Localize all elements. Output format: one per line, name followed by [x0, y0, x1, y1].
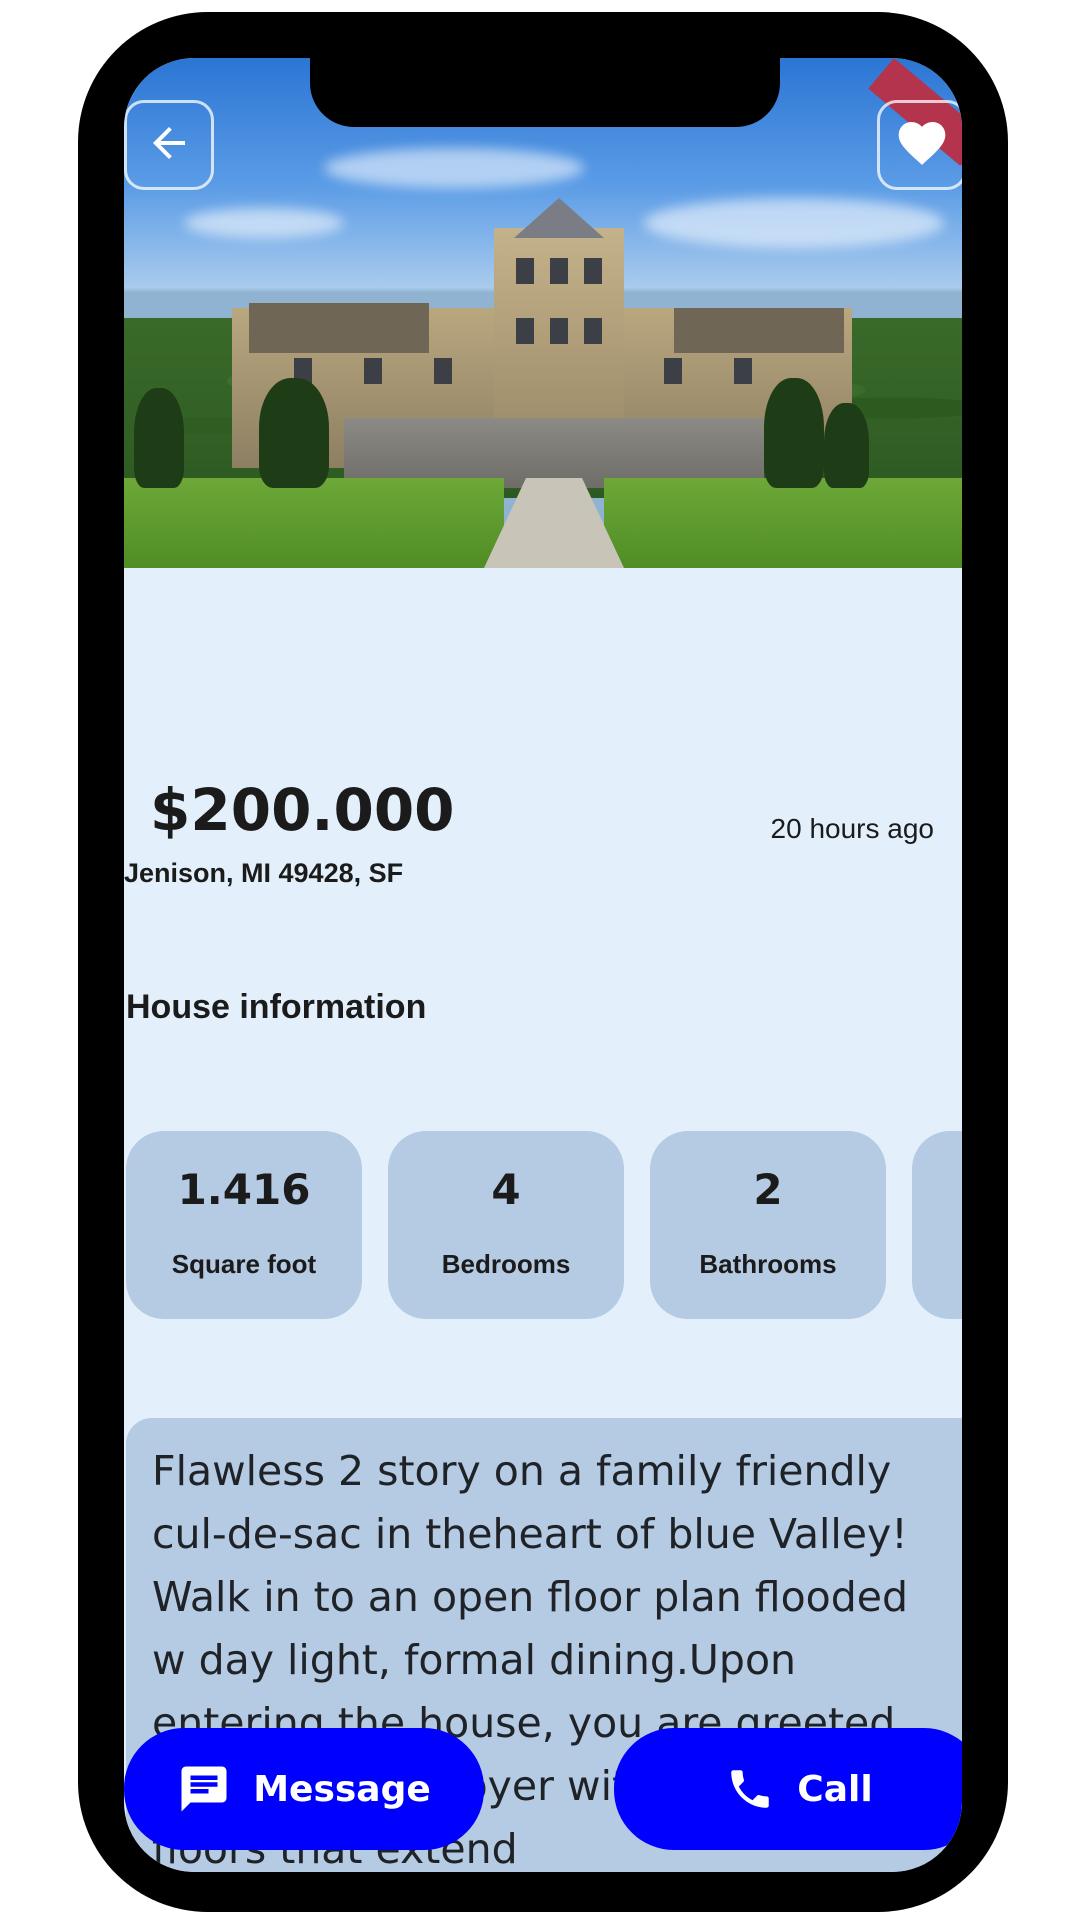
stat-card-bathrooms: 2 Bathrooms: [650, 1131, 886, 1319]
arrow-left-icon: [145, 119, 193, 171]
lawn: [604, 478, 962, 568]
chat-bubble-icon: [177, 1762, 231, 1816]
stat-card-partial: [912, 1131, 962, 1319]
message-button-label: Message: [253, 1768, 431, 1810]
window: [664, 358, 682, 384]
window: [434, 358, 452, 384]
call-button[interactable]: Call: [614, 1728, 962, 1850]
window: [584, 258, 602, 284]
stat-label: Bathrooms: [699, 1249, 837, 1279]
back-button[interactable]: [124, 100, 214, 190]
heart-icon: [894, 115, 950, 175]
phone-icon: [725, 1764, 775, 1814]
shrub: [824, 403, 869, 488]
stat-label: Bedrooms: [441, 1249, 571, 1279]
cloud: [644, 198, 944, 248]
window: [364, 358, 382, 384]
screen: $200.000 Jenison, MI 49428, SF 20 hours …: [124, 58, 962, 1872]
listing-address: Jenison, MI 49428, SF: [124, 858, 404, 888]
stat-value: 4: [491, 1165, 521, 1214]
stat-card-square-foot: 1.416 Square foot: [126, 1131, 362, 1319]
stat-value: 2: [753, 1165, 783, 1214]
message-button[interactable]: Message: [124, 1728, 484, 1850]
window: [584, 318, 602, 344]
shrub: [259, 378, 329, 488]
house-information-heading: House information: [126, 988, 427, 1026]
window: [516, 258, 534, 284]
stat-label: Square foot: [171, 1249, 317, 1279]
window: [734, 358, 752, 384]
house-stats-list[interactable]: 1.416 Square foot 4 Bedrooms 2 Bathrooms: [126, 1131, 962, 1321]
window: [550, 258, 568, 284]
tower-roof: [514, 198, 604, 238]
house-roof: [674, 308, 844, 353]
property-photo: [124, 58, 962, 568]
window: [516, 318, 534, 344]
cloud: [324, 148, 584, 188]
phone-notch: [310, 55, 780, 127]
cloud: [184, 208, 344, 238]
window: [550, 318, 568, 344]
stat-card-bedrooms: 4 Bedrooms: [388, 1131, 624, 1319]
shrub: [764, 378, 824, 488]
posted-time: 20 hours ago: [770, 813, 934, 844]
call-button-label: Call: [797, 1768, 873, 1810]
shrub: [134, 388, 184, 488]
listing-price: $200.000: [150, 776, 455, 844]
stat-value: 1.416: [177, 1165, 311, 1214]
house-roof: [249, 303, 429, 353]
favorite-button[interactable]: [877, 100, 962, 190]
lawn: [124, 478, 504, 568]
